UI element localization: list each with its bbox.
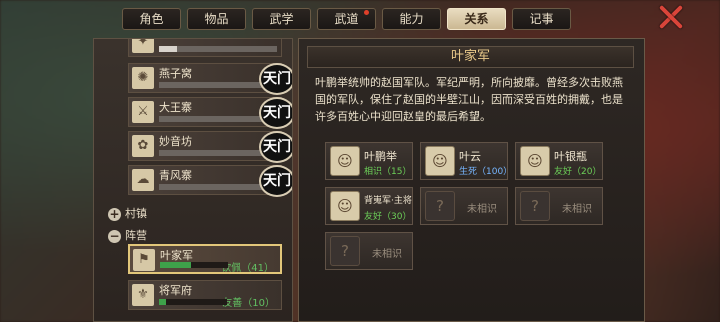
- tianmen-badge: 天门: [259, 165, 292, 197]
- tab-label: 角色: [139, 12, 164, 26]
- list-item-faction[interactable]: ✿ 妙音坊 天门: [128, 131, 292, 163]
- faction-title: 叶家军: [307, 46, 634, 68]
- category-camp-toggle[interactable]: − 阵营: [108, 227, 147, 243]
- faction-name: 大王寨: [159, 101, 192, 114]
- camp-name: 叶家军: [160, 249, 193, 262]
- tab-label: 能力: [399, 12, 424, 26]
- member-name: 叶鹏举: [364, 150, 397, 163]
- tianmen-badge: 天门: [259, 97, 292, 129]
- faction-description: 叶鹏举统帅的赵国军队。军纪严明，所向披靡。曾经多次击败燕国的军队，保住了赵国的半…: [315, 76, 623, 123]
- unknown-portrait-icon: ?: [425, 191, 455, 221]
- camp-emblem-icon: ⚜: [132, 284, 154, 306]
- tab-martial-path[interactable]: 武道: [317, 8, 376, 30]
- list-item-faction[interactable]: ✺ 燕子窝 天门: [128, 63, 292, 95]
- member-status: 友好（30）: [364, 212, 412, 222]
- relation-fill: [159, 46, 177, 52]
- relation-bar: [159, 46, 277, 52]
- relation-fill: [160, 262, 191, 268]
- member-card[interactable]: ☺ 背嵬军·主将 友好（30）: [325, 187, 413, 225]
- faction-emblem-icon: ✺: [132, 67, 154, 89]
- list-item-camp[interactable]: ⚜ 将军府 友善（10）: [128, 280, 282, 310]
- collapse-icon: −: [108, 228, 121, 243]
- tab-label: 关系: [464, 12, 489, 26]
- portrait-icon: ☺: [330, 146, 360, 176]
- faction-detail-panel: 叶家军 叶鹏举统帅的赵国军队。军纪严明，所向披靡。曾经多次击败燕国的军队，保住了…: [298, 38, 645, 322]
- tab-label: 物品: [204, 12, 229, 26]
- faction-emblem-icon: ✿: [132, 135, 154, 157]
- member-name: 背嵬军·主将: [364, 196, 412, 206]
- tab-label: 武学: [269, 12, 294, 26]
- close-icon[interactable]: [658, 4, 684, 30]
- member-unknown-label: 未相识: [372, 249, 402, 260]
- member-card[interactable]: ☺ 叶云 生死（100）: [420, 142, 512, 180]
- tab-label: 武道: [334, 12, 359, 26]
- tab-abilities[interactable]: 能力: [382, 8, 441, 30]
- member-name: 叶云: [459, 150, 481, 163]
- faction-name: 青风寨: [159, 169, 192, 182]
- tianmen-badge: 天门: [259, 63, 292, 95]
- tab-character[interactable]: 角色: [122, 8, 181, 30]
- faction-emblem-icon: ⚔: [132, 101, 154, 123]
- faction-emblem-icon: ✦: [132, 39, 154, 53]
- portrait-icon: ☺: [520, 146, 550, 176]
- relation-bar: [159, 299, 227, 305]
- member-card-unknown[interactable]: ? 未相识: [325, 232, 413, 270]
- faction-name: 燕子窝: [159, 67, 192, 80]
- member-status: 友好（20）: [554, 167, 602, 177]
- tab-label: 记事: [529, 12, 554, 26]
- category-village-toggle[interactable]: + 村镇: [108, 205, 147, 221]
- list-item-camp-selected[interactable]: ⚑ 叶家军 钦佩（41）: [128, 244, 282, 274]
- faction-name: 妙音坊: [159, 135, 192, 148]
- tab-relations[interactable]: 关系: [447, 8, 506, 30]
- tab-journal[interactable]: 记事: [512, 8, 571, 30]
- list-item-faction[interactable]: ☁ 青风寨 天门: [128, 165, 292, 197]
- member-status: 相识（15）: [364, 167, 412, 177]
- list-item-faction[interactable]: ⚔ 大王寨 天门: [128, 97, 292, 129]
- unknown-portrait-icon: ?: [330, 236, 360, 266]
- camp-name: 将军府: [159, 284, 192, 297]
- faction-emblem-icon: ☁: [132, 169, 154, 191]
- member-unknown-label: 未相识: [562, 204, 592, 215]
- member-name: 叶银瓶: [554, 150, 587, 163]
- member-card[interactable]: ☺ 叶银瓶 友好（20）: [515, 142, 603, 180]
- camp-status: 钦佩（41）: [221, 263, 274, 274]
- list-item-faction[interactable]: ✦: [128, 39, 282, 57]
- camp-emblem-icon: ⚑: [133, 249, 155, 271]
- category-label: 村镇: [125, 207, 147, 220]
- unknown-portrait-icon: ?: [520, 191, 550, 221]
- member-status: 生死（100）: [459, 167, 513, 177]
- relation-fill: [159, 299, 166, 305]
- member-unknown-label: 未相识: [467, 204, 497, 215]
- member-card-unknown[interactable]: ? 未相识: [420, 187, 508, 225]
- relation-bar: [160, 262, 228, 268]
- faction-list-panel: ✦ ✺ 燕子窝 天门 ⚔ 大王寨 天门 ✿ 妙音坊 天门 ☁ 青风寨 天门 + 村…: [93, 38, 293, 322]
- tab-bar: 角色 物品 武学 武道 能力 关系 记事: [122, 8, 571, 32]
- tab-martial-arts[interactable]: 武学: [252, 8, 311, 30]
- expand-icon: +: [108, 206, 121, 221]
- camp-status: 友善（10）: [222, 298, 275, 309]
- member-card-unknown[interactable]: ? 未相识: [515, 187, 603, 225]
- tianmen-badge: 天门: [259, 131, 292, 163]
- portrait-icon: ☺: [330, 191, 360, 221]
- category-label: 阵营: [125, 229, 147, 242]
- tab-items[interactable]: 物品: [187, 8, 246, 30]
- portrait-icon: ☺: [425, 146, 455, 176]
- notification-dot: [364, 10, 369, 15]
- member-card[interactable]: ☺ 叶鹏举 相识（15）: [325, 142, 413, 180]
